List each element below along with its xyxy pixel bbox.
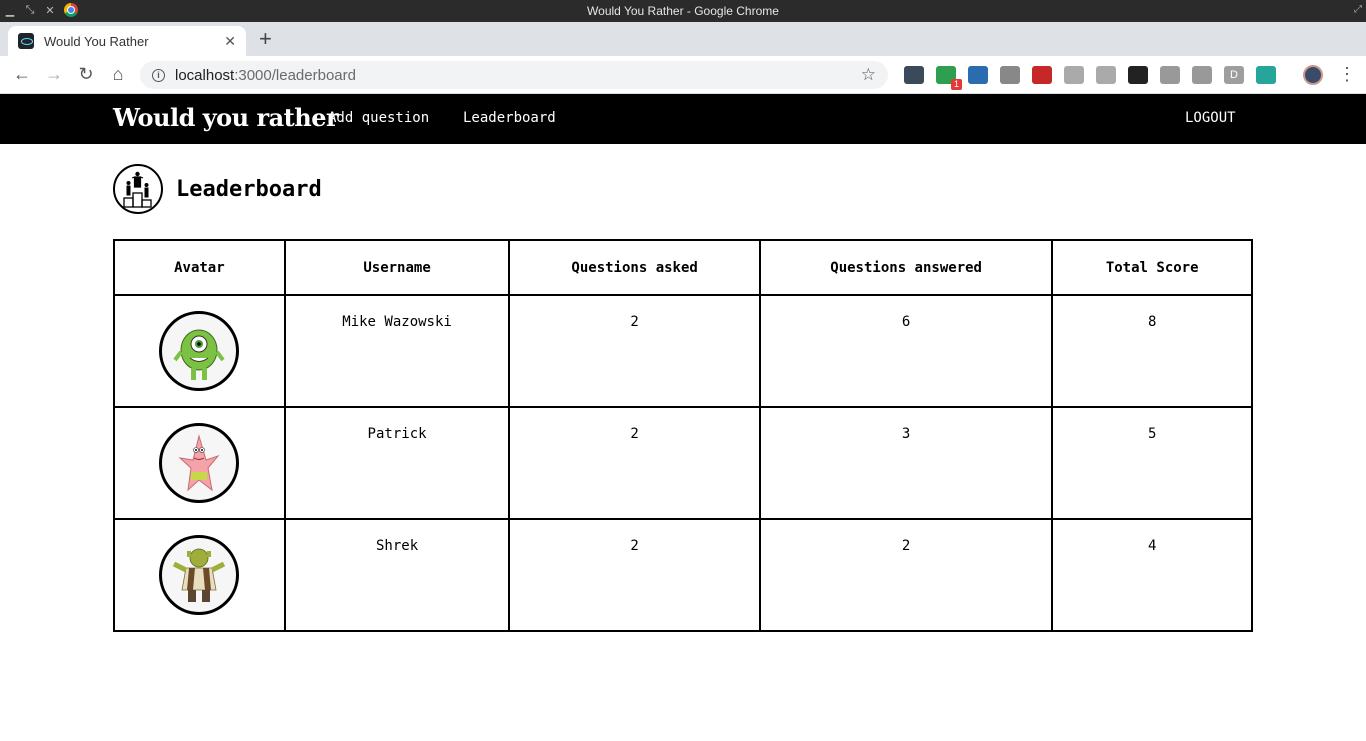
- arrows-extension-icon[interactable]: [1000, 66, 1020, 84]
- patrick-avatar: [159, 423, 240, 503]
- profile-avatar[interactable]: [1303, 65, 1323, 85]
- github-extension-icon[interactable]: [1128, 66, 1148, 84]
- window-resize-icon[interactable]: ⤢: [1354, 4, 1362, 15]
- nav-add-question[interactable]: Add question: [328, 110, 429, 126]
- table-header-row: Avatar Username Questions asked Question…: [113, 239, 1253, 296]
- header-avatar: Avatar: [113, 239, 286, 296]
- username-cell: Shrek: [283, 518, 511, 632]
- header-total-score: Total Score: [1051, 239, 1253, 296]
- questions-asked-cell: 2: [508, 518, 761, 632]
- home-icon[interactable]: ⌂: [107, 64, 129, 84]
- red-extension-icon[interactable]: [1032, 66, 1052, 84]
- browser-menu-icon[interactable]: ⋮: [1338, 64, 1356, 85]
- reload-icon[interactable]: ↻: [75, 64, 97, 84]
- shrek-avatar: [159, 535, 240, 615]
- forward-icon[interactable]: →: [43, 64, 65, 84]
- logout-button[interactable]: LOGOUT: [1185, 110, 1236, 126]
- box-extension-icon[interactable]: [1192, 66, 1212, 84]
- total-score-cell: 5: [1051, 406, 1253, 520]
- teal-extension-icon[interactable]: [1256, 66, 1276, 84]
- table-row: Patrick 2 3 5: [113, 406, 1253, 520]
- questions-answered-cell: 2: [758, 518, 1054, 632]
- leaderboard-table: Avatar Username Questions asked Question…: [113, 239, 1253, 632]
- header-username: Username: [283, 239, 511, 296]
- nav-leaderboard[interactable]: Leaderboard: [463, 110, 556, 126]
- podium-icon: [113, 164, 163, 214]
- window-title-bar: ▁ ⤡ ✕ Would You Rather - Google Chrome ⤢: [0, 0, 1366, 22]
- url-path: :3000/leaderboard: [234, 66, 356, 84]
- table-row: Shrek 2 2 4: [113, 518, 1253, 632]
- header-questions-answered: Questions answered: [758, 239, 1054, 296]
- questions-answered-cell: 3: [758, 406, 1054, 520]
- page-title: Leaderboard: [176, 176, 322, 202]
- react-favicon-icon: [18, 33, 34, 49]
- questions-answered-cell: 6: [758, 294, 1054, 408]
- browser-toolbar: ← → ↻ ⌂ i localhost:3000/leaderboard ☆ 1…: [0, 56, 1366, 94]
- tab-close-icon[interactable]: ✕: [224, 33, 236, 50]
- green-extension-icon[interactable]: 1: [936, 66, 962, 90]
- d-extension-icon[interactable]: D: [1224, 66, 1244, 84]
- new-tab-icon[interactable]: +: [259, 28, 272, 50]
- avatar-cell: [113, 406, 286, 520]
- tab-title: Would You Rather: [44, 33, 149, 49]
- page-header: Leaderboard: [113, 164, 322, 214]
- mike-wazowski-avatar: [159, 311, 240, 391]
- back-icon[interactable]: ←: [11, 64, 33, 84]
- table-row: Mike Wazowski 2 6 8: [113, 294, 1253, 408]
- username-cell: Mike Wazowski: [283, 294, 511, 408]
- url-host: localhost: [175, 66, 235, 84]
- questions-asked-cell: 2: [508, 294, 761, 408]
- tree-extension-icon[interactable]: [1064, 66, 1084, 84]
- header-questions-asked: Questions asked: [508, 239, 761, 296]
- total-score-cell: 4: [1051, 518, 1253, 632]
- avatar-cell: [113, 518, 286, 632]
- total-score-cell: 8: [1051, 294, 1253, 408]
- gray-extension-icon[interactable]: [1096, 66, 1116, 84]
- site-info-icon[interactable]: i: [152, 68, 165, 82]
- blue-extension-icon[interactable]: [968, 66, 988, 84]
- brand-logo[interactable]: Would you rather: [113, 103, 339, 132]
- person-extension-icon[interactable]: [1160, 66, 1180, 84]
- extension-badge: 1: [951, 79, 962, 90]
- wordpress-extension-icon[interactable]: [904, 66, 924, 84]
- questions-asked-cell: 2: [508, 406, 761, 520]
- app-navbar: Would you rather Add question Leaderboar…: [0, 94, 1366, 144]
- window-title: Would You Rather - Google Chrome: [587, 4, 779, 18]
- tab-strip: Would You Rather ✕ +: [0, 22, 1366, 56]
- address-bar[interactable]: i localhost:3000/leaderboard ☆: [140, 61, 888, 89]
- avatar-cell: [113, 294, 286, 408]
- extensions-bar: 1D: [904, 66, 1276, 90]
- username-cell: Patrick: [283, 406, 511, 520]
- bookmark-star-icon[interactable]: ☆: [861, 65, 876, 85]
- browser-tab[interactable]: Would You Rather ✕: [8, 26, 246, 56]
